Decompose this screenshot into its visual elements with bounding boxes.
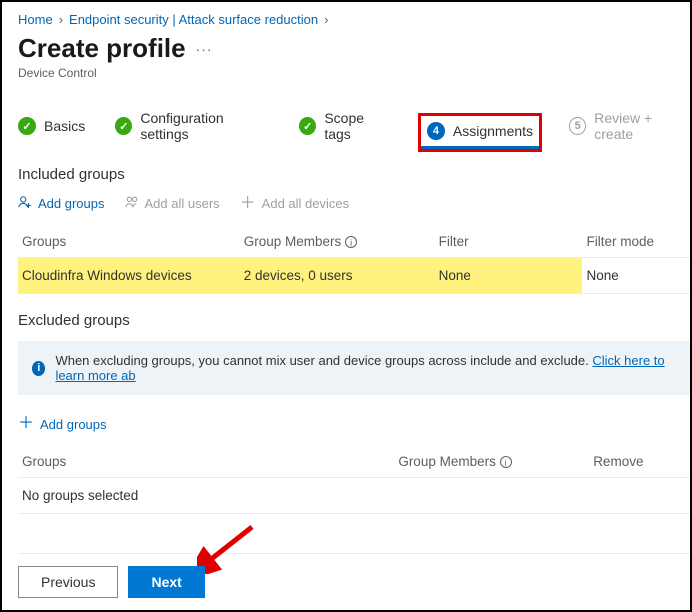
- info-icon: i: [32, 361, 45, 376]
- empty-message: No groups selected: [18, 478, 690, 514]
- add-all-users-button[interactable]: Add all users: [125, 195, 220, 212]
- col-members: Group Members i: [240, 226, 435, 258]
- breadcrumb: Home › Endpoint security | Attack surfac…: [18, 12, 690, 27]
- add-groups-label: Add groups: [40, 417, 107, 432]
- included-groups-heading: Included groups: [18, 166, 690, 183]
- step-label: Basics: [44, 118, 85, 134]
- excluded-groups-table: Groups Group Members i Remove No groups …: [18, 446, 690, 514]
- group-filter-mode-cell: None: [582, 258, 690, 294]
- info-icon[interactable]: i: [500, 456, 512, 468]
- plus-icon: ＋: [240, 196, 256, 212]
- add-all-devices-label: Add all devices: [262, 196, 349, 211]
- step-label: Review + create: [594, 110, 690, 142]
- page-subtitle: Device Control: [18, 66, 690, 80]
- included-groups-table: Groups Group Members i Filter Filter mod…: [18, 226, 690, 294]
- step-number-icon: 4: [427, 122, 445, 140]
- col-groups: Groups: [18, 226, 240, 258]
- chevron-right-icon: ›: [59, 12, 63, 27]
- col-groups: Groups: [18, 446, 394, 478]
- breadcrumb-home[interactable]: Home: [18, 12, 53, 27]
- check-icon: [115, 117, 132, 135]
- step-configuration-settings[interactable]: Configuration settings: [115, 110, 269, 142]
- col-remove: Remove: [589, 446, 690, 478]
- col-members: Group Members i: [394, 446, 589, 478]
- group-filter-cell: None: [435, 258, 583, 294]
- table-row[interactable]: Cloudinfra Windows devices 2 devices, 0 …: [18, 258, 690, 294]
- check-icon: [18, 117, 36, 135]
- plus-icon: ＋: [18, 416, 34, 432]
- step-label: Scope tags: [324, 110, 391, 142]
- add-groups-button[interactable]: Add groups: [18, 195, 105, 212]
- step-number-icon: 5: [569, 117, 586, 135]
- step-scope-tags[interactable]: Scope tags: [299, 110, 391, 142]
- wizard-stepper: Basics Configuration settings Scope tags…: [18, 110, 690, 142]
- page-title: Create profile: [18, 33, 186, 64]
- more-menu-button[interactable]: ···: [196, 41, 213, 57]
- next-button[interactable]: Next: [128, 566, 204, 598]
- excluded-groups-heading: Excluded groups: [18, 312, 690, 329]
- add-groups-label: Add groups: [38, 196, 105, 211]
- annotation-arrow: [197, 524, 257, 574]
- add-all-users-label: Add all users: [145, 196, 220, 211]
- step-basics[interactable]: Basics: [18, 117, 85, 135]
- wizard-footer: Previous Next: [18, 566, 205, 598]
- included-toolbar: Add groups Add all users ＋ Add all devic…: [18, 195, 690, 212]
- add-excluded-groups-button[interactable]: ＋ Add groups: [18, 416, 107, 432]
- people-icon: [125, 195, 139, 212]
- info-icon[interactable]: i: [345, 236, 357, 248]
- step-review-create: 5 Review + create: [569, 110, 690, 142]
- empty-row: No groups selected: [18, 478, 690, 514]
- group-members-cell: 2 devices, 0 users: [240, 258, 435, 294]
- col-filter: Filter: [435, 226, 583, 258]
- add-all-devices-button[interactable]: ＋ Add all devices: [240, 196, 349, 212]
- info-banner: i When excluding groups, you cannot mix …: [18, 341, 690, 395]
- step-assignments[interactable]: 4 Assignments: [421, 116, 539, 149]
- group-name-cell: Cloudinfra Windows devices: [18, 258, 240, 294]
- step-label: Configuration settings: [140, 110, 269, 142]
- info-banner-text: When excluding groups, you cannot mix us…: [55, 353, 592, 368]
- breadcrumb-path[interactable]: Endpoint security | Attack surface reduc…: [69, 12, 318, 27]
- step-label: Assignments: [453, 123, 533, 139]
- add-person-icon: [18, 195, 32, 212]
- check-icon: [299, 117, 316, 135]
- col-filter-mode: Filter mode: [582, 226, 690, 258]
- previous-button[interactable]: Previous: [18, 566, 118, 598]
- footer-divider: [18, 553, 690, 554]
- chevron-right-icon: ›: [324, 12, 328, 27]
